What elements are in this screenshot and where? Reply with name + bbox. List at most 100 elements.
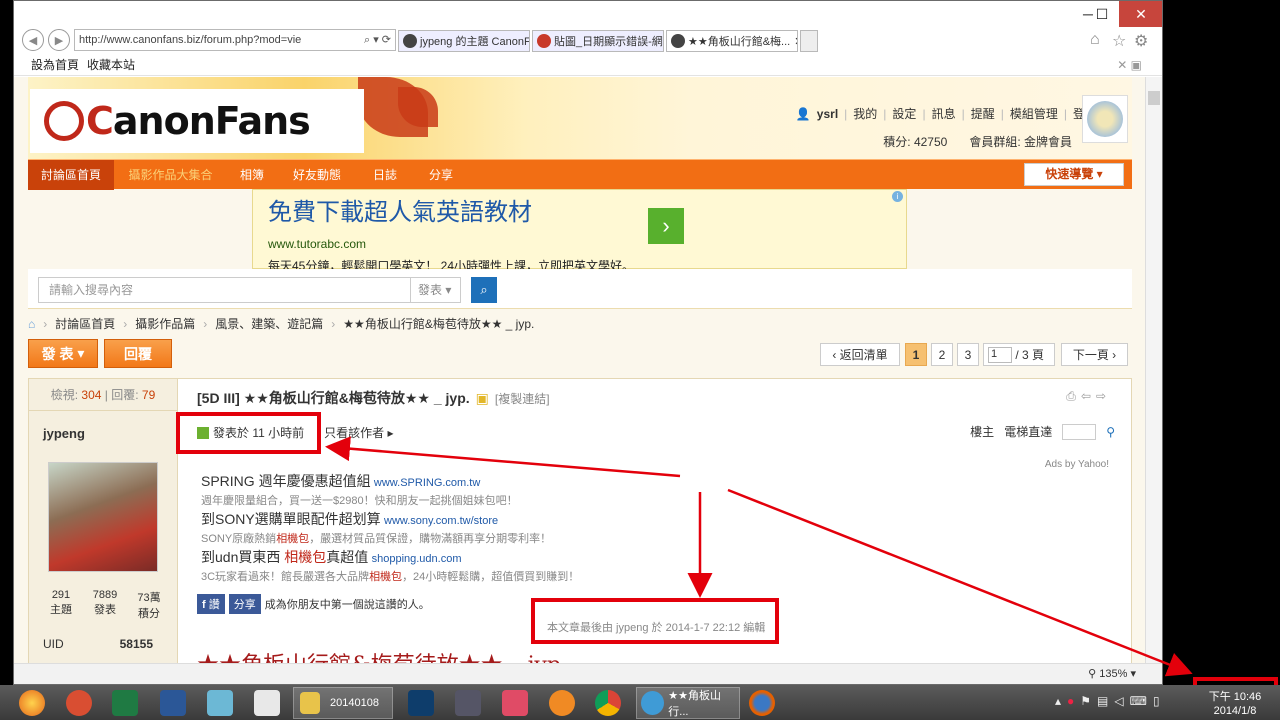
nav-gallery[interactable]: 攝影作品大集合: [114, 160, 227, 190]
ad-3-headline-a[interactable]: 到udn買東西: [201, 549, 284, 565]
maximize-button[interactable]: ☐: [1086, 1, 1118, 27]
posts-count[interactable]: 7889: [83, 589, 127, 601]
only-author-link[interactable]: 只看該作者 ▸: [324, 424, 393, 441]
quick-nav-button[interactable]: 快速導覽 ▾: [1024, 163, 1124, 186]
tab-3-active[interactable]: ★★角板山行館&梅...✕: [666, 30, 798, 52]
tab-2[interactable]: 貼圖_日期顯示錯誤-網...: [532, 30, 664, 52]
next-page-button[interactable]: 下一頁 ›: [1061, 343, 1128, 366]
ad-go-arrow-icon[interactable]: ›: [648, 208, 684, 244]
prev-thread-icon[interactable]: ⇦: [1081, 389, 1096, 403]
excel-icon[interactable]: [110, 687, 140, 719]
page-input[interactable]: 1: [988, 346, 1012, 363]
ad-1-url[interactable]: www.SPRING.com.tw: [374, 477, 480, 489]
ie-task[interactable]: ★★角板山行...: [636, 687, 740, 719]
keyboard-icon[interactable]: ⌨: [1130, 694, 1147, 708]
scroll-thumb[interactable]: [1148, 91, 1160, 105]
topics-count[interactable]: 291: [39, 589, 83, 601]
calendar-icon[interactable]: [252, 687, 282, 719]
user-avatar[interactable]: [1082, 95, 1128, 143]
address-bar[interactable]: http://www.canonfans.biz/forum.php?mod=v…: [74, 29, 396, 51]
next-thread-icon[interactable]: ⇨: [1096, 389, 1111, 403]
nav-forum-home[interactable]: 討論區首頁: [28, 160, 114, 190]
bookmark-link[interactable]: 收藏本站: [87, 56, 135, 73]
menu-messages[interactable]: 訊息: [932, 105, 956, 122]
photoshop-icon[interactable]: [406, 687, 436, 719]
author-avatar[interactable]: [48, 462, 158, 572]
ad-2-headline[interactable]: 到SONY選購單眼配件超划算: [201, 511, 381, 527]
app-icon-red[interactable]: [500, 687, 530, 719]
app-icon-1[interactable]: [64, 687, 94, 719]
username-link[interactable]: ysrl: [817, 107, 838, 121]
jump-icon[interactable]: ⚲: [1106, 425, 1115, 439]
notification-icon[interactable]: ▯: [1153, 694, 1160, 708]
search-type-select[interactable]: 發表 ▾: [411, 277, 461, 303]
ad-3-url[interactable]: shopping.udn.com: [372, 553, 462, 565]
floor-jump-input[interactable]: [1062, 423, 1097, 440]
copy-link-button[interactable]: [複製連結]: [495, 390, 550, 407]
set-homepage-link[interactable]: 設為首頁: [31, 56, 79, 73]
page-2-button[interactable]: 2: [931, 343, 953, 366]
ad-banner[interactable]: 免費下載超人氣英語教材 www.tutorabc.com 每天45分鐘，輕鬆開口…: [252, 189, 907, 273]
home-icon[interactable]: ⌂: [28, 317, 35, 331]
chrome-icon[interactable]: [593, 687, 623, 719]
vertical-scrollbar[interactable]: [1145, 77, 1162, 663]
facebook-like-button[interactable]: f 讚: [197, 594, 225, 614]
ad-1-headline[interactable]: SPRING 週年慶優惠超值組: [201, 473, 371, 489]
nav-share[interactable]: 分享: [413, 160, 469, 190]
nav-albums[interactable]: 相簿: [227, 160, 277, 190]
author-name[interactable]: jypeng: [43, 426, 85, 441]
ad-3-highlight[interactable]: 相機包: [284, 549, 326, 565]
ad-2-url[interactable]: www.sony.com.tw/store: [384, 515, 498, 527]
nav-friends[interactable]: 好友動態: [277, 160, 357, 190]
menu-moderate[interactable]: 模組管理: [1010, 105, 1058, 122]
menu-notify[interactable]: 提醒: [971, 105, 995, 122]
app-icon-photo[interactable]: [453, 687, 483, 719]
menu-settings[interactable]: 設定: [892, 105, 916, 122]
explorer-folder-task[interactable]: 20140108: [293, 687, 393, 719]
ad-3-headline-b[interactable]: 真超值: [326, 549, 368, 565]
tray-app-icon[interactable]: ●: [1067, 694, 1074, 708]
crumb-photo[interactable]: 攝影作品篇: [135, 315, 195, 332]
ad-info-icon[interactable]: i: [892, 191, 903, 202]
app-icon-4[interactable]: [205, 687, 235, 719]
back-button[interactable]: ◀: [22, 29, 44, 51]
network-icon[interactable]: ▤: [1097, 694, 1108, 708]
points-link[interactable]: 積分: 42750: [883, 133, 947, 150]
menu-my[interactable]: 我的: [853, 105, 877, 122]
search-button[interactable]: ⌕: [471, 277, 497, 303]
tab-1[interactable]: jypeng 的主題 CanonF...: [398, 30, 530, 52]
search-icon[interactable]: ⌕ ▾ ⟳: [364, 33, 395, 47]
settings-gear-icon[interactable]: ⚙: [1134, 31, 1148, 51]
app-icon-eye[interactable]: [547, 687, 577, 719]
forward-button[interactable]: ▶: [48, 29, 70, 51]
search-input[interactable]: 請輸入搜尋內容: [38, 277, 411, 303]
print-icon[interactable]: ⎙: [1066, 389, 1081, 403]
close-button[interactable]: ✕: [1119, 1, 1162, 27]
zoom-control[interactable]: ⚲ 135% ▾: [1088, 667, 1136, 680]
reply-button[interactable]: 回覆: [104, 339, 172, 368]
page-1-button[interactable]: 1: [905, 343, 927, 366]
firefox-icon[interactable]: [747, 687, 777, 719]
site-logo[interactable]: CanonFans: [30, 89, 364, 153]
start-button[interactable]: [17, 687, 47, 719]
tray-arrow-icon[interactable]: ▴: [1055, 694, 1061, 708]
new-post-button[interactable]: 發 表 ▾: [28, 339, 98, 368]
flag-icon[interactable]: ⚑: [1080, 694, 1091, 708]
views-count: 304: [81, 387, 102, 402]
tab-close-icon[interactable]: ✕: [794, 35, 797, 48]
compat-view-icon[interactable]: ✕ ▣: [1117, 58, 1142, 72]
crumb-forum[interactable]: 討論區首頁: [55, 315, 115, 332]
word-icon[interactable]: [158, 687, 188, 719]
facebook-share-button[interactable]: 分享: [228, 594, 261, 614]
back-to-list-button[interactable]: ‹ 返回清單: [820, 343, 900, 366]
group-link[interactable]: 會員群組: 金牌會員: [969, 133, 1072, 150]
points-count[interactable]: 73萬: [127, 589, 171, 605]
home-icon[interactable]: ⌂: [1090, 31, 1100, 49]
volume-icon[interactable]: ◁: [1114, 694, 1123, 708]
nav-blog[interactable]: 日誌: [357, 160, 413, 190]
favorites-star-icon[interactable]: ☆: [1112, 31, 1126, 51]
new-tab-button[interactable]: [800, 30, 818, 52]
taskbar-clock[interactable]: 下午 10:46 2014/1/8: [1196, 687, 1274, 720]
crumb-scenery[interactable]: 風景、建築、遊記篇: [215, 315, 323, 332]
page-3-button[interactable]: 3: [957, 343, 979, 366]
